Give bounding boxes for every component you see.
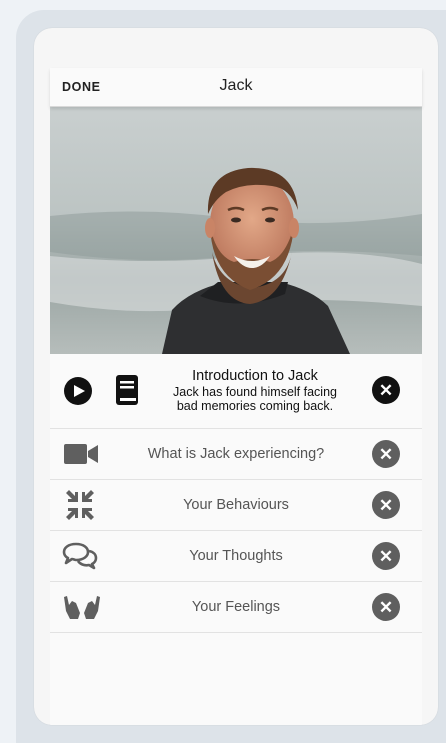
video-camera-icon — [64, 444, 98, 469]
close-icon[interactable]: ✕ — [372, 542, 400, 570]
speech-bubbles-icon — [62, 542, 98, 575]
list-item-behaviours[interactable]: Your Behaviours ✕ — [50, 480, 422, 531]
play-icon[interactable] — [64, 377, 92, 410]
phone-screen: DONE Jack Introduction to Jack Jack has … — [34, 28, 438, 725]
list-item-label: Your Behaviours — [183, 497, 289, 513]
intro-description-line2: bad memories coming back. — [176, 399, 334, 413]
intro-row[interactable]: Introduction to Jack Jack has found hims… — [50, 354, 422, 429]
book-icon[interactable] — [116, 375, 138, 410]
list-item-label: Your Feelings — [191, 599, 281, 615]
compress-arrows-icon — [66, 490, 94, 525]
close-icon[interactable]: ✕ — [372, 376, 400, 404]
header-bar: DONE Jack — [50, 68, 422, 107]
list-item-experiencing[interactable]: What is Jack experiencing? ✕ — [50, 429, 422, 480]
list-item-thoughts[interactable]: Your Thoughts ✕ — [50, 531, 422, 582]
list-item-feelings[interactable]: Your Feelings ✕ — [50, 582, 422, 633]
hands-icon — [64, 595, 100, 624]
character-photo — [50, 106, 422, 354]
intro-title: Introduction to Jack — [192, 368, 318, 384]
close-icon[interactable]: ✕ — [372, 491, 400, 519]
list-item-label: What is Jack experiencing? — [147, 446, 325, 462]
page-title: Jack — [219, 77, 253, 94]
list-item-label: Your Thoughts — [189, 548, 283, 564]
item-list: Introduction to Jack Jack has found hims… — [50, 354, 422, 633]
intro-text: Introduction to Jack Jack has found hims… — [160, 368, 350, 413]
intro-description-line1: Jack has found himself facing — [173, 385, 337, 399]
content-area: DONE Jack Introduction to Jack Jack has … — [50, 68, 422, 725]
close-icon[interactable]: ✕ — [372, 593, 400, 621]
close-icon[interactable]: ✕ — [372, 440, 400, 468]
